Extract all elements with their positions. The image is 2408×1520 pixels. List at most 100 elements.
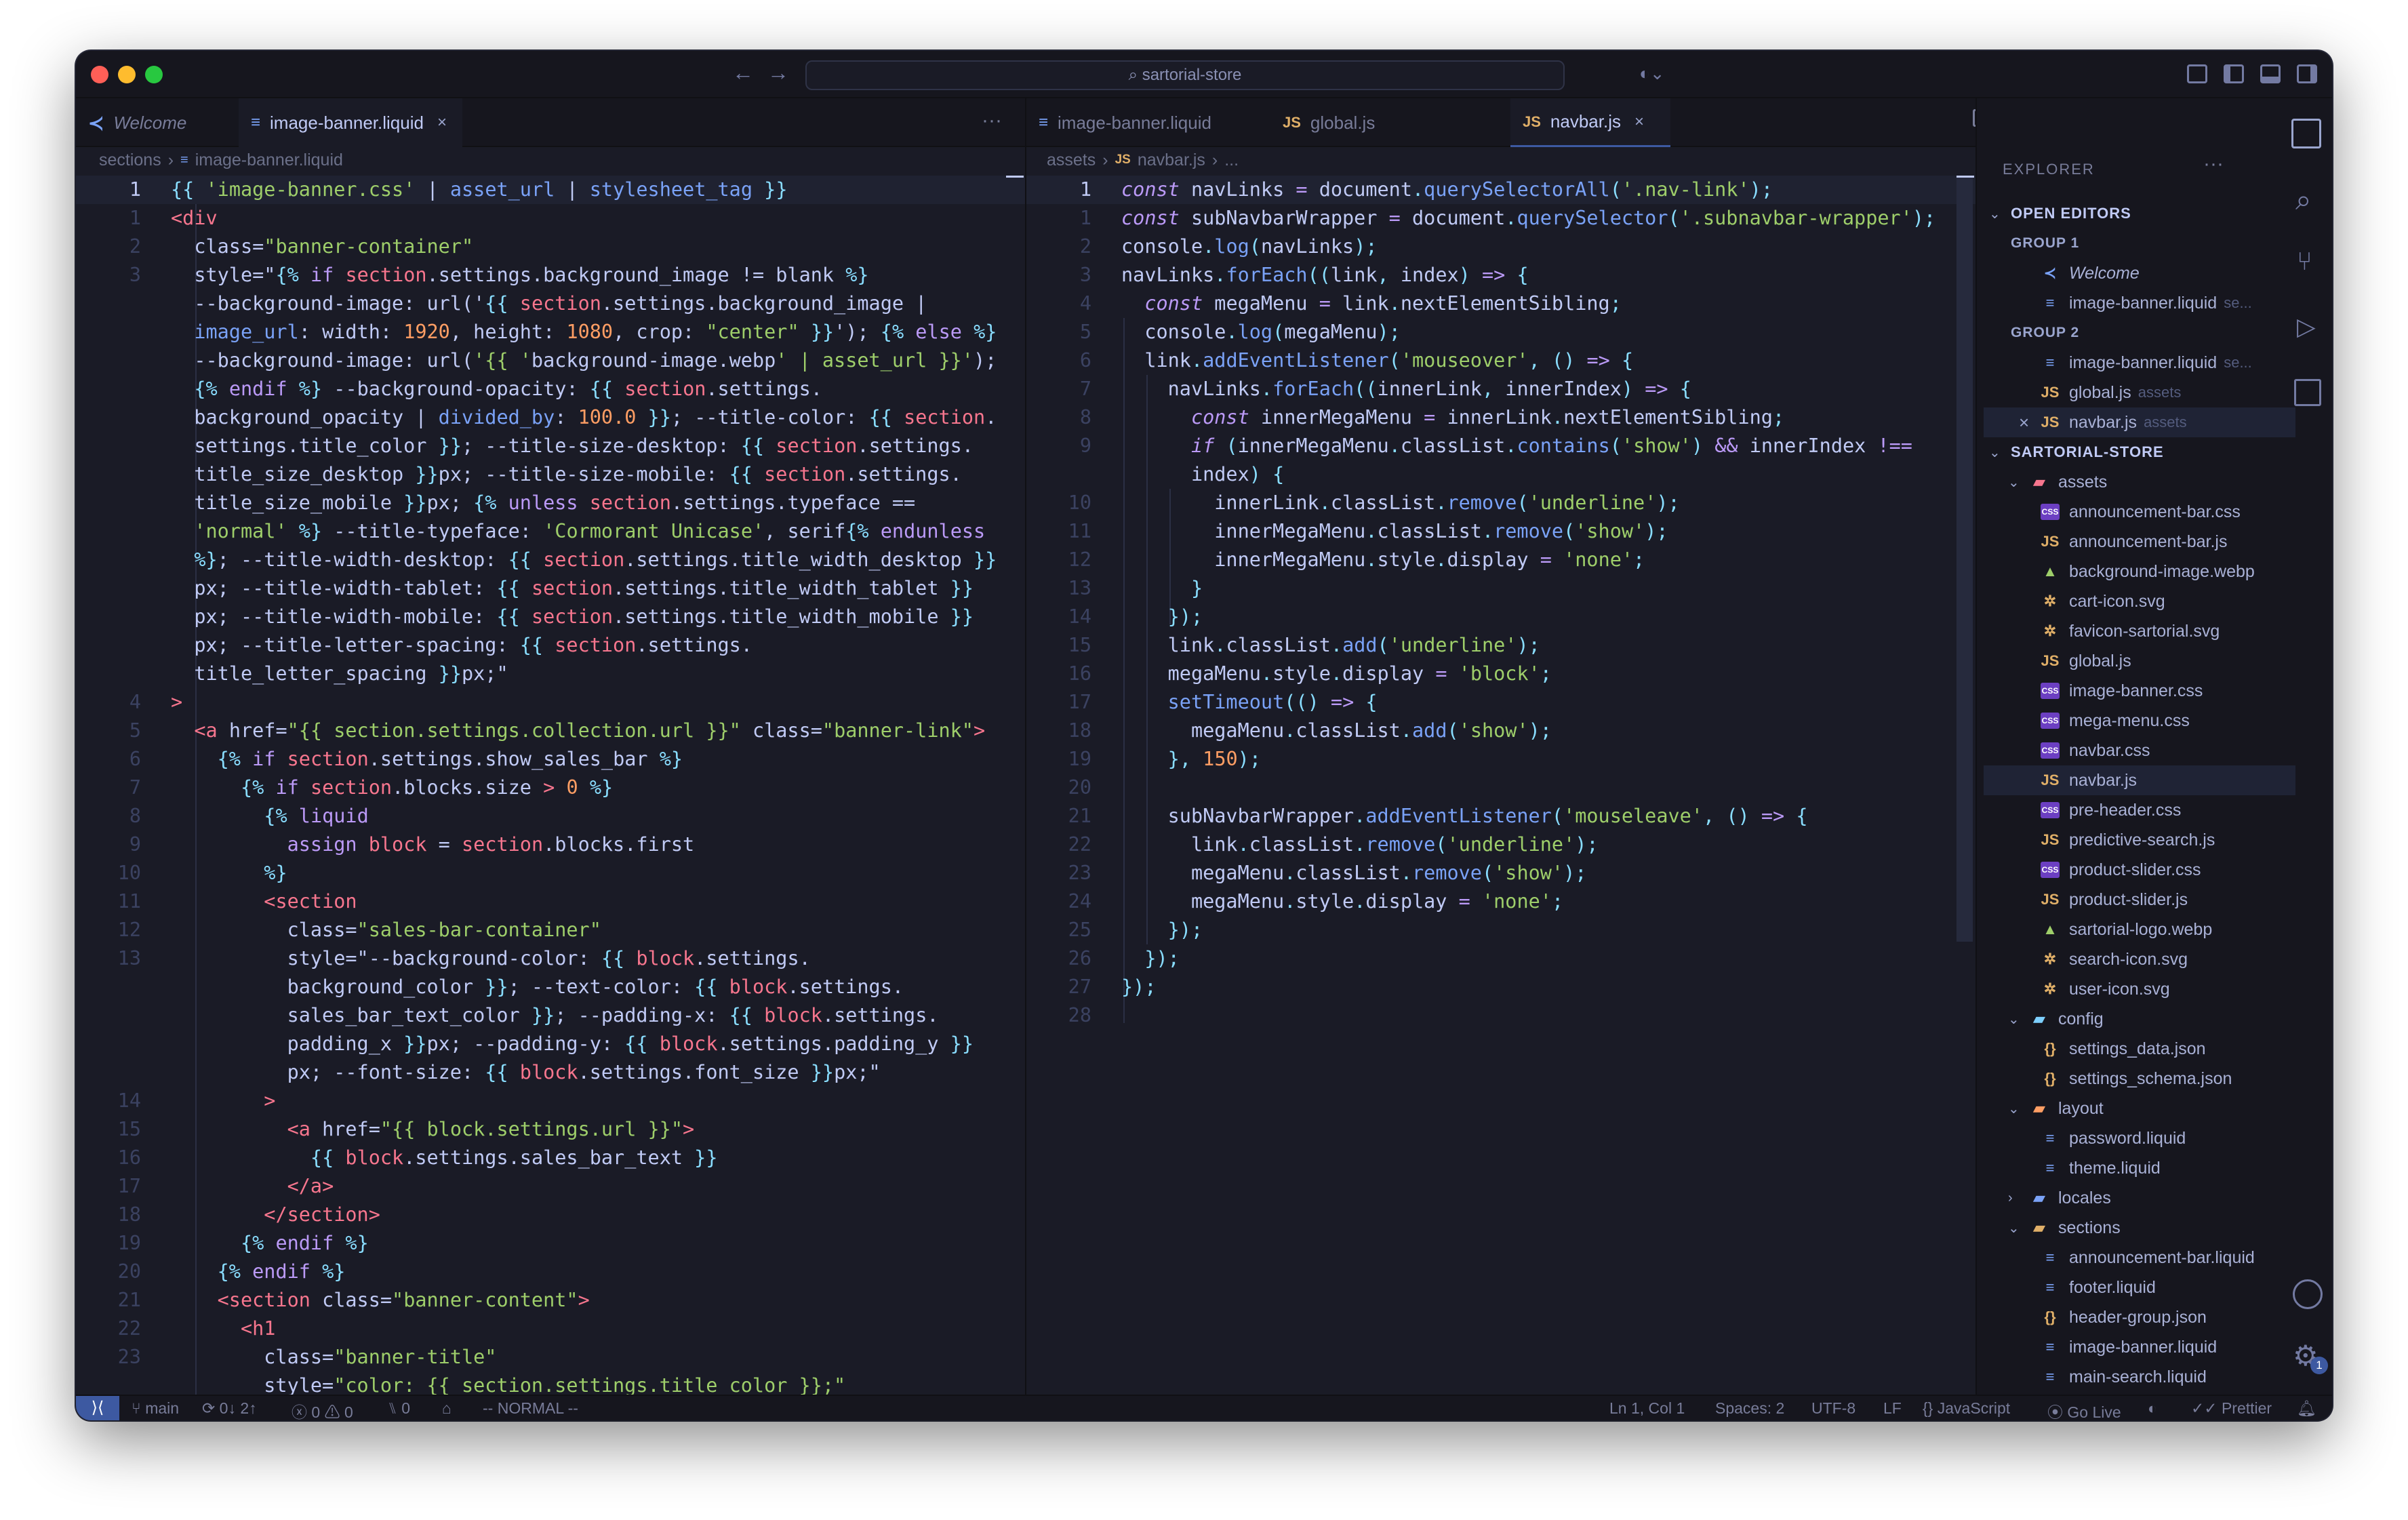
code-line[interactable]: sales_bar_text_color }}; --padding-x: {{… — [76, 1001, 1025, 1030]
code-line[interactable]: 19 {% endif %} — [76, 1229, 1025, 1258]
code-line[interactable]: 16 {{ block.settings.sales_bar_text }} — [76, 1144, 1025, 1172]
copilot-status-icon[interactable]: ◐ — [2148, 1399, 2157, 1418]
code-line[interactable]: padding_x }}px; --padding-y: {{ block.se… — [76, 1030, 1025, 1058]
cursor-position[interactable]: Ln 1, Col 1 — [1609, 1399, 1685, 1418]
code-line[interactable]: 20 — [1026, 774, 1975, 802]
file-item[interactable]: ✲ favicon-sartorial.svg — [1984, 616, 2295, 646]
breadcrumb-file[interactable]: image-banner.liquid — [195, 151, 343, 170]
code-line[interactable]: %}; --title-width-desktop: {{ section.se… — [76, 546, 1025, 574]
file-item[interactable]: ≡ announcement-bar.liquid — [1984, 1243, 2295, 1273]
code-line[interactable]: 2 console.log(navLinks); — [1026, 233, 1975, 261]
left-code-editor[interactable]: 1 {{ 'image-banner.css' | asset_url | sty… — [76, 176, 1025, 1400]
code-line[interactable]: 25 }); — [1026, 916, 1975, 944]
file-item[interactable]: CSS pre-header.css — [1984, 795, 2295, 825]
extensions-icon[interactable] — [2294, 379, 2321, 406]
file-item[interactable]: CSS announcement-bar.css — [1984, 497, 2295, 527]
code-line[interactable]: px; --title-width-tablet: {{ section.set… — [76, 574, 1025, 603]
bell-icon[interactable]: 🔔︎ — [2297, 1399, 2316, 1418]
file-item[interactable]: ≡ image-banner.liquid — [1984, 1332, 2295, 1362]
code-line[interactable]: 3 navLinks.forEach((link, index) => { — [1026, 261, 1975, 289]
folder-assets[interactable]: ⌄ ▰ assets — [1984, 467, 2295, 497]
editor-group-divider[interactable] — [1025, 98, 1026, 1420]
accounts-icon[interactable] — [2293, 1279, 2323, 1309]
close-tab-icon[interactable]: × — [437, 113, 447, 132]
language-mode[interactable]: {} JavaScript — [1923, 1399, 2010, 1418]
code-line[interactable]: 18 </section> — [76, 1201, 1025, 1229]
code-line[interactable]: 14 }); — [1026, 603, 1975, 631]
tab-welcome[interactable]: ≺ Welcome — [76, 98, 237, 147]
code-line[interactable]: 6 link.addEventListener('mouseover', () … — [1026, 346, 1975, 375]
code-line[interactable]: 4 const megaMenu = link.nextElementSibli… — [1026, 289, 1975, 318]
indentation[interactable]: Spaces: 2 — [1715, 1399, 1784, 1418]
open-editors-header[interactable]: ⌄ OPEN EDITORS — [1984, 199, 2295, 228]
file-item[interactable]: ✲ user-icon.svg — [1984, 974, 2295, 1004]
branch-indicator[interactable]: ⑂ main — [132, 1399, 179, 1418]
code-line[interactable]: 8 {% liquid — [76, 802, 1025, 831]
code-line[interactable]: background_opacity | divided_by: 100.0 }… — [76, 403, 1025, 432]
ports-indicator[interactable]: ⑊ 0 — [388, 1399, 410, 1418]
code-line[interactable]: 1 <div — [76, 204, 1025, 233]
open-editor-item[interactable]: JS global.js assets — [1984, 378, 2295, 407]
zoom-window-button[interactable] — [145, 66, 163, 83]
file-item[interactable]: CSS image-banner.css — [1984, 676, 2295, 706]
prettier-button[interactable]: ✓✓ Prettier — [2191, 1399, 2272, 1418]
file-item[interactable]: ▲ sartorial-logo.webp — [1984, 915, 2295, 944]
tab-global-js[interactable]: JS global.js — [1270, 98, 1433, 147]
file-item[interactable]: ✲ search-icon.svg — [1984, 944, 2295, 974]
file-item[interactable]: JS global.js — [1984, 646, 2295, 676]
forward-arrow-icon[interactable]: → — [767, 60, 789, 85]
run-debug-icon[interactable]: ▷ — [2297, 313, 2316, 341]
code-line[interactable]: 15 <a href="{{ block.settings.url }}"> — [76, 1115, 1025, 1144]
code-line[interactable]: 21 subNavbarWrapper.addEventListener('mo… — [1026, 802, 1975, 831]
code-line[interactable]: 23 megaMenu.classList.remove('show'); — [1026, 859, 1975, 887]
sync-indicator[interactable]: ⟳ 0↓ 2↑ — [202, 1399, 257, 1418]
open-editor-item[interactable]: JS navbar.js assets × — [1984, 407, 2295, 437]
right-code-editor[interactable]: 1 const navLinks = document.querySelector… — [1026, 176, 1975, 1030]
file-item[interactable]: ▲ background-image.webp — [1984, 557, 2295, 586]
code-line[interactable]: 13 } — [1026, 574, 1975, 603]
folder-config[interactable]: ⌄ ▰ config — [1984, 1004, 2295, 1034]
source-control-icon[interactable]: ⑂ — [2297, 247, 2312, 277]
encoding[interactable]: UTF-8 — [1811, 1399, 1855, 1418]
code-line[interactable]: 26 }); — [1026, 944, 1975, 973]
code-line[interactable]: settings.title_color }}; --title-size-de… — [76, 432, 1025, 460]
tab-image-banner-liquid[interactable]: ≡ image-banner.liquid × — [239, 98, 462, 147]
vertical-scrollbar[interactable] — [1956, 176, 1973, 942]
code-line[interactable]: image_url: width: 1920, height: 1080, cr… — [76, 318, 1025, 346]
search-icon[interactable]: ⌕ — [2295, 184, 2312, 217]
code-line[interactable]: 28 — [1026, 1001, 1975, 1030]
file-item[interactable]: {} settings_schema.json — [1984, 1064, 2295, 1094]
code-line[interactable]: 8 const innerMegaMenu = innerLink.nextEl… — [1026, 403, 1975, 432]
code-line[interactable]: 17 setTimeout(() => { — [1026, 688, 1975, 717]
folder-locales[interactable]: › ▰ locales — [1984, 1183, 2295, 1213]
file-item[interactable]: CSS navbar.css — [1984, 736, 2295, 765]
file-item[interactable]: JS product-slider.js — [1984, 885, 2295, 915]
remote-indicator[interactable]: ⟩⟨ — [76, 1396, 119, 1420]
toggle-panel-icon[interactable] — [2260, 64, 2281, 83]
code-line[interactable]: 6 {% if section.settings.show_sales_bar … — [76, 745, 1025, 774]
code-line[interactable]: px; --title-letter-spacing: {{ section.s… — [76, 631, 1025, 660]
folder-sections[interactable]: ⌄ ▰ sections — [1984, 1213, 2295, 1243]
close-window-button[interactable] — [91, 66, 108, 83]
code-line[interactable]: --background-image: url('{{ section.sett… — [76, 289, 1025, 318]
open-editor-item[interactable]: ≡ image-banner.liquid se... — [1984, 348, 2295, 378]
code-line[interactable]: 15 link.classList.add('underline'); — [1026, 631, 1975, 660]
file-item[interactable]: CSS mega-menu.css — [1984, 706, 2295, 736]
code-line[interactable]: 21 <section class="banner-content"> — [76, 1286, 1025, 1315]
go-live-button[interactable]: ⦿ Go Live — [2047, 1399, 2121, 1420]
close-editor-icon[interactable]: × — [2019, 412, 2029, 433]
code-line[interactable]: 23 class="banner-title" — [76, 1343, 1025, 1372]
code-line[interactable]: 9 if (innerMegaMenu.classList.contains('… — [1026, 432, 1975, 460]
code-line[interactable]: 12 class="sales-bar-container" — [76, 916, 1025, 944]
code-line[interactable]: 19 }, 150); — [1026, 745, 1975, 774]
code-line[interactable]: 12 innerMegaMenu.style.display = 'none'; — [1026, 546, 1975, 574]
file-item[interactable]: {} header-group.json — [1984, 1302, 2295, 1332]
file-item[interactable]: ✲ cart-icon.svg — [1984, 586, 2295, 616]
file-item[interactable]: JS predictive-search.js — [1984, 825, 2295, 855]
code-line[interactable]: 1 const subNavbarWrapper = document.query… — [1026, 204, 1975, 233]
code-line[interactable]: 2 class="banner-container" — [76, 233, 1025, 261]
code-line[interactable]: 14 > — [76, 1087, 1025, 1115]
code-line[interactable]: 7 navLinks.forEach((innerLink, innerInde… — [1026, 375, 1975, 403]
copilot-icon[interactable]: ◐⌄ — [1639, 63, 1665, 84]
code-line[interactable]: 1 {{ 'image-banner.css' | asset_url | sty… — [76, 176, 1025, 204]
